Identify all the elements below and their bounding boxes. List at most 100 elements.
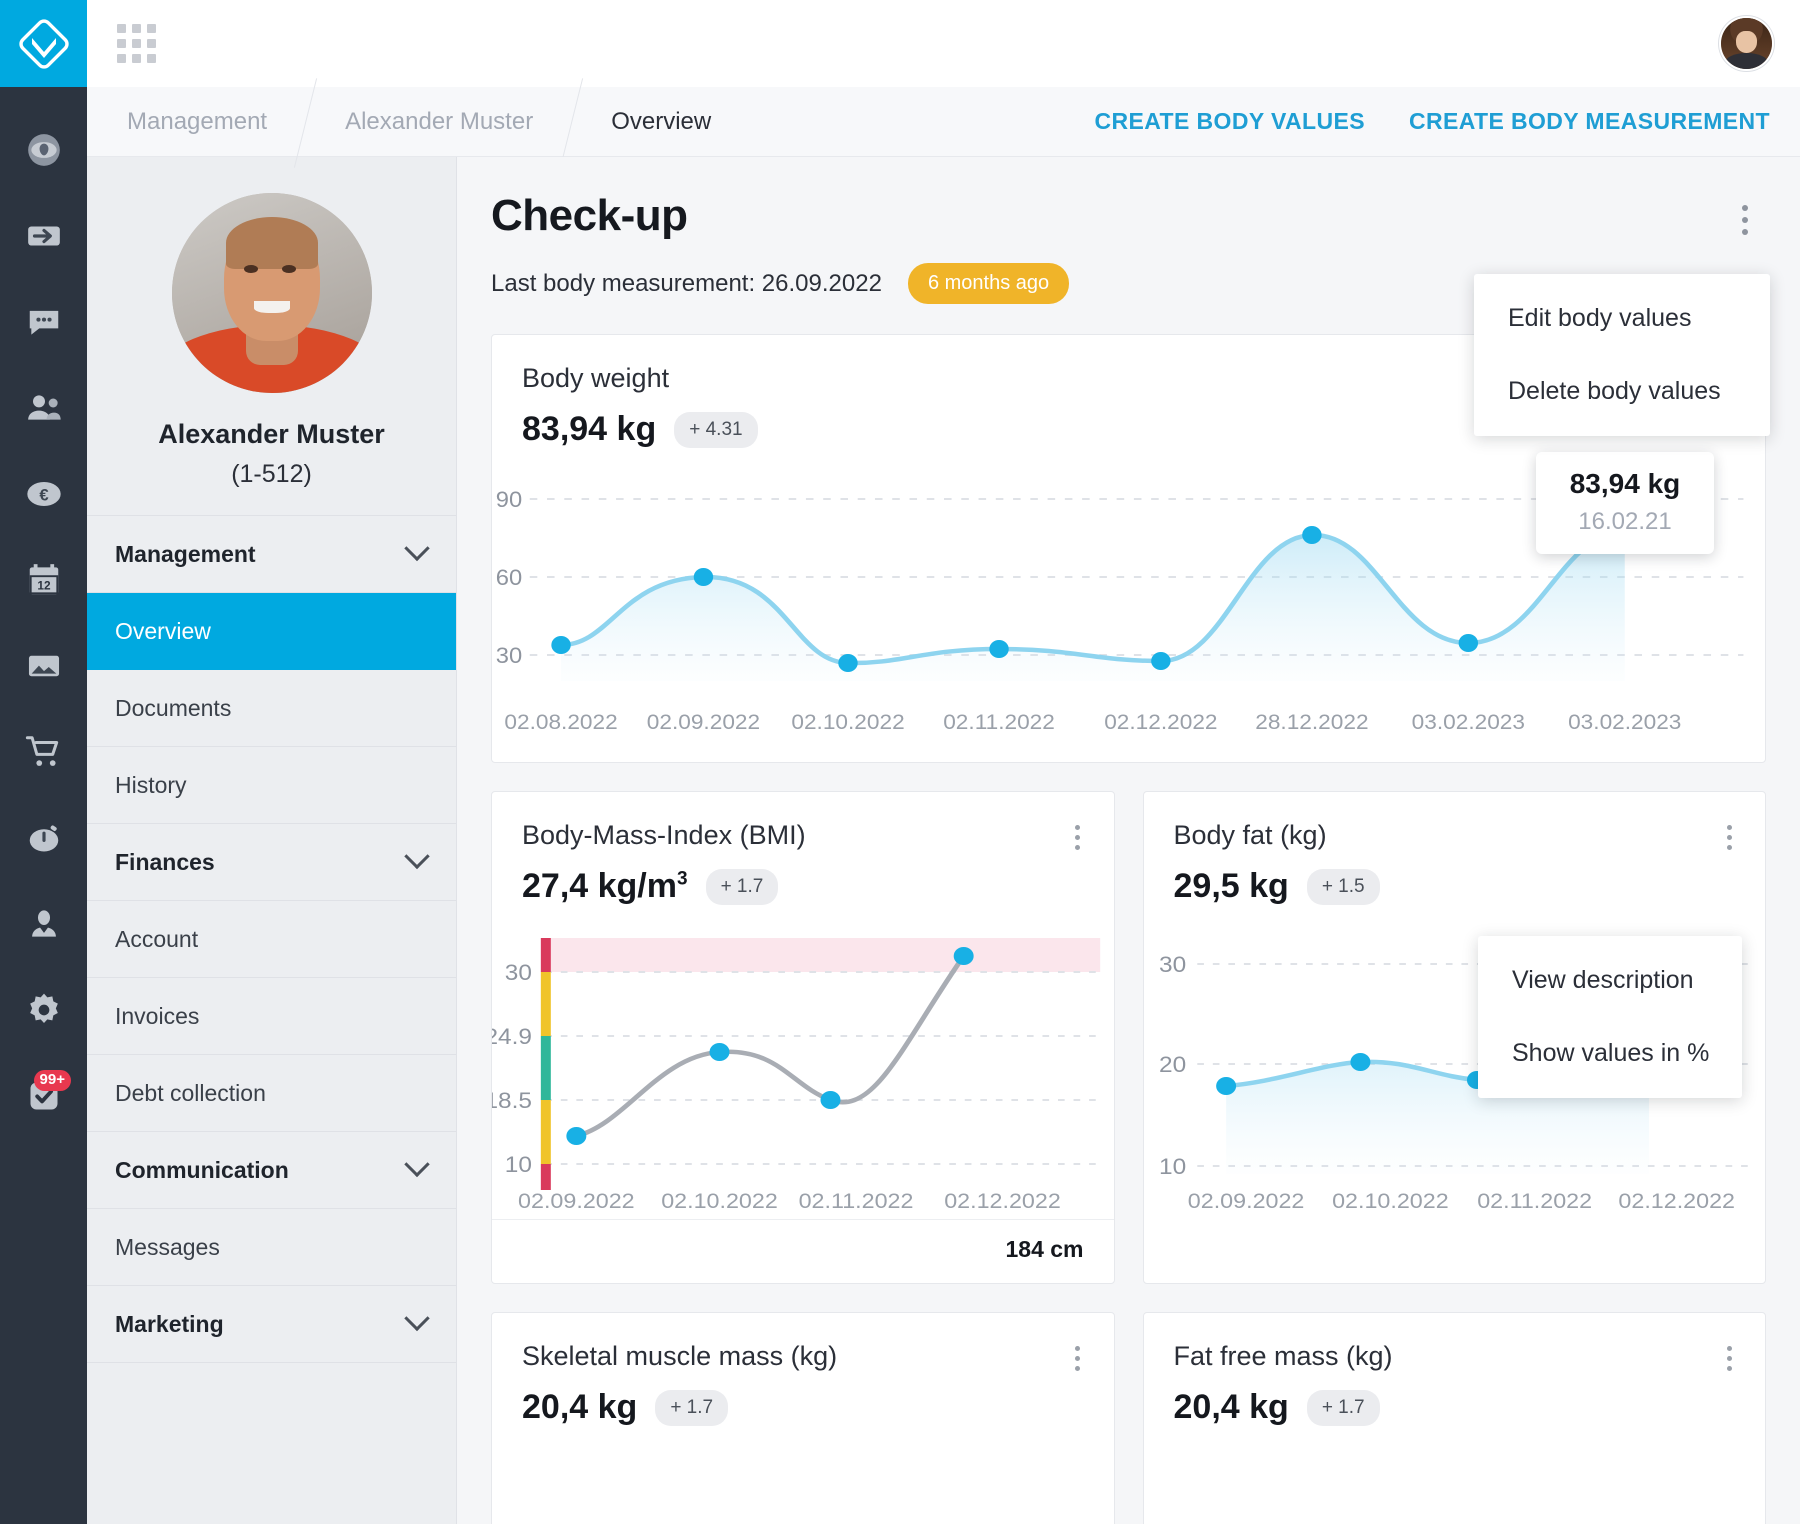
menu-item-view-description[interactable]: View description bbox=[1478, 944, 1742, 1017]
card-title: Body-Mass-Index (BMI) bbox=[522, 820, 806, 850]
rail-item-tasks[interactable]: 99+ bbox=[0, 1053, 87, 1139]
icon-rail: € 12 99+ bbox=[0, 0, 87, 1524]
rail-item-calendar[interactable]: 12 bbox=[0, 537, 87, 623]
breadcrumb-item-management[interactable]: Management bbox=[87, 87, 305, 157]
menu-group-label: Communication bbox=[115, 1156, 289, 1183]
chevron-down-icon bbox=[404, 1151, 430, 1178]
card-skeletal-menu-button[interactable] bbox=[1064, 1339, 1092, 1377]
svg-text:02.10.2022: 02.10.2022 bbox=[791, 710, 904, 734]
diamond-logo-icon bbox=[18, 18, 69, 69]
member-photo bbox=[171, 193, 372, 393]
menu-group-finances[interactable]: Finances bbox=[87, 824, 456, 901]
card-fat-free-menu-button[interactable] bbox=[1715, 1339, 1743, 1377]
breadcrumb-bar: Management Alexander Muster Overview CRE… bbox=[87, 87, 1800, 157]
avatar-face bbox=[1736, 31, 1757, 53]
card-delta: + 1.7 bbox=[705, 868, 779, 905]
menu-group-management[interactable]: Management bbox=[87, 516, 456, 593]
svg-text:02.10.2022: 02.10.2022 bbox=[661, 1189, 778, 1213]
sidebar-item-debt-collection[interactable]: Debt collection bbox=[87, 1055, 456, 1132]
menu-group-label: Management bbox=[115, 540, 256, 567]
card-delta: + 4.31 bbox=[674, 411, 758, 448]
svg-text:90: 90 bbox=[496, 487, 522, 512]
svg-text:02.12.2022: 02.12.2022 bbox=[944, 1189, 1061, 1213]
rail-item-timer[interactable] bbox=[0, 795, 87, 881]
card-title: Fat free mass (kg) bbox=[1173, 1341, 1393, 1371]
login-arrow-icon bbox=[27, 226, 60, 246]
breadcrumb-item-overview[interactable]: Overview bbox=[571, 87, 749, 157]
menu-item-show-values-percent[interactable]: Show values in % bbox=[1478, 1017, 1742, 1090]
card-value-row: 27,4 kg/m3 + 1.7 bbox=[522, 867, 1084, 906]
card-bmi: Body-Mass-Index (BMI) 27,4 kg/m3 + 1.7 3… bbox=[484, 791, 1115, 1284]
svg-text:03.02.2023: 03.02.2023 bbox=[1412, 710, 1525, 734]
sidebar-item-messages[interactable]: Messages bbox=[87, 1209, 456, 1286]
last-measurement-label: Last body measurement: 26.09.2022 bbox=[491, 269, 882, 297]
sidebar-item-history[interactable]: History bbox=[87, 747, 456, 824]
rail-item-media[interactable] bbox=[0, 623, 87, 709]
svg-text:02.11.2022: 02.11.2022 bbox=[799, 1189, 914, 1213]
sidebar-item-overview[interactable]: Overview bbox=[87, 593, 456, 670]
app-logo[interactable] bbox=[0, 0, 87, 87]
card-value-row: 20,4 kg + 1.7 bbox=[1174, 1388, 1736, 1427]
rail-item-shop[interactable] bbox=[0, 709, 87, 795]
people-icon bbox=[27, 395, 61, 420]
member-menu: Management Overview Documents History Fi… bbox=[87, 515, 456, 1363]
shopping-cart-icon bbox=[25, 736, 58, 766]
menu-item-delete-body-values[interactable]: Delete body values bbox=[1474, 355, 1770, 428]
menu-group-marketing[interactable]: Marketing bbox=[87, 1286, 456, 1363]
rail-item-check-in[interactable] bbox=[0, 193, 87, 279]
card-skeletal-muscle-mass: Skeletal muscle mass (kg) 20,4 kg + 1.7 bbox=[491, 1312, 1115, 1524]
svg-text:02.09.2022: 02.09.2022 bbox=[518, 1189, 635, 1213]
avatar-body bbox=[1725, 52, 1768, 69]
svg-text:02.12.2022: 02.12.2022 bbox=[1618, 1189, 1735, 1213]
card-value: 20,4 kg bbox=[1173, 1388, 1289, 1426]
menu-item-edit-body-values[interactable]: Edit body values bbox=[1474, 282, 1770, 355]
breadcrumb: Management Alexander Muster Overview bbox=[87, 87, 749, 157]
rail-item-messages[interactable] bbox=[0, 279, 87, 365]
page-menu-button[interactable] bbox=[1728, 199, 1762, 241]
card-bmi-menu-button[interactable] bbox=[1064, 818, 1092, 856]
page-title: Check-up bbox=[491, 191, 688, 240]
sidebar-item-account[interactable]: Account bbox=[87, 901, 456, 978]
rail-item-visibility[interactable] bbox=[0, 107, 87, 193]
card-body-fat-header: Body fat (kg) 29,5 kg + 1.5 bbox=[1144, 792, 1766, 924]
card-title: Skeletal muscle mass (kg) bbox=[522, 1341, 838, 1371]
photo-mouth bbox=[253, 301, 290, 313]
chevron-down-icon bbox=[404, 843, 430, 870]
create-body-measurement-button[interactable]: CREATE BODY MEASUREMENT bbox=[1409, 108, 1770, 135]
user-profile-icon bbox=[31, 910, 56, 937]
card-delta: + 1.7 bbox=[655, 1389, 729, 1426]
svg-text:02.10.2022: 02.10.2022 bbox=[1332, 1189, 1449, 1213]
app-root: € 12 99+ Management Alexander Muster Ove… bbox=[0, 0, 1800, 1524]
rail-item-profile[interactable] bbox=[0, 881, 87, 967]
card-value-row: 20,4 kg + 1.7 bbox=[522, 1388, 1084, 1427]
svg-text:02.08.2022: 02.08.2022 bbox=[504, 710, 617, 734]
create-body-values-button[interactable]: CREATE BODY VALUES bbox=[1094, 108, 1364, 135]
card-value: 29,5 kg bbox=[1173, 867, 1289, 905]
sidebar-item-invoices[interactable]: Invoices bbox=[87, 978, 456, 1055]
rail-item-members[interactable] bbox=[0, 365, 87, 451]
tooltip-date: 16.02.21 bbox=[1578, 508, 1672, 535]
rail-item-finances[interactable]: € bbox=[0, 451, 87, 537]
bmi-line-chart: 30 24.9 18.5 10 02.09.2022 bbox=[484, 938, 1101, 1213]
user-avatar[interactable] bbox=[1719, 16, 1774, 71]
grid-apps-icon[interactable] bbox=[117, 24, 156, 63]
svg-text:12: 12 bbox=[37, 579, 51, 593]
stopwatch-icon bbox=[29, 825, 58, 852]
page-context-menu: Edit body values Delete body values bbox=[1474, 274, 1770, 436]
card-body-fat-menu-button[interactable] bbox=[1715, 818, 1743, 856]
breadcrumb-item-member[interactable]: Alexander Muster bbox=[305, 87, 571, 157]
svg-text:02.11.2022: 02.11.2022 bbox=[1477, 1189, 1592, 1213]
photo-eye-right bbox=[281, 265, 296, 273]
card-fat-free-header: Fat free mass (kg) 20,4 kg + 1.7 bbox=[1144, 1313, 1766, 1445]
menu-group-communication[interactable]: Communication bbox=[87, 1132, 456, 1209]
svg-text:02.09.2022: 02.09.2022 bbox=[647, 710, 760, 734]
card-bmi-header: Body-Mass-Index (BMI) 27,4 kg/m3 + 1.7 bbox=[492, 792, 1114, 924]
svg-text:28.12.2022: 28.12.2022 bbox=[1255, 710, 1368, 734]
menu-group-label: Marketing bbox=[115, 1310, 224, 1337]
card-value: 20,4 kg bbox=[522, 1388, 638, 1426]
euro-coin-icon: € bbox=[26, 482, 61, 506]
eye-icon bbox=[27, 134, 60, 166]
sidebar-item-documents[interactable]: Documents bbox=[87, 670, 456, 747]
photo-eye-left bbox=[243, 265, 258, 273]
rail-item-settings[interactable] bbox=[0, 967, 87, 1053]
